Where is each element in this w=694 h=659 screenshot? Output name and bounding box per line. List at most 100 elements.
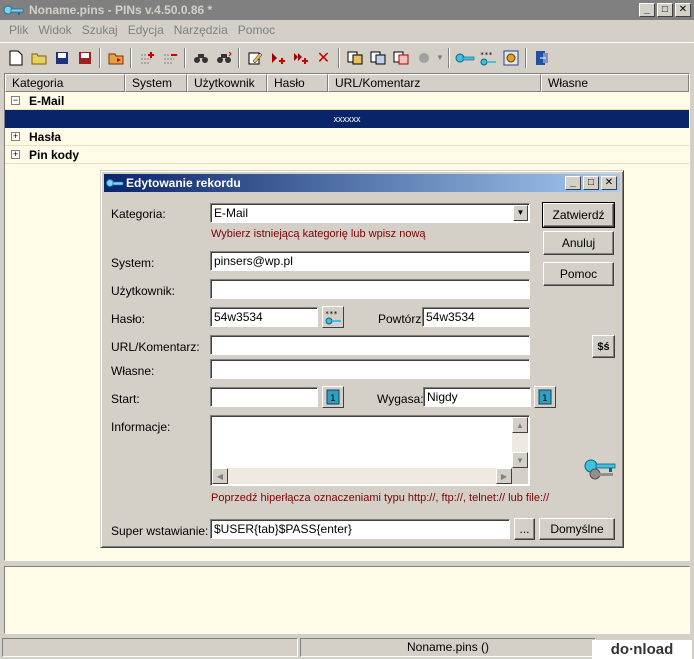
dialog-minimize-button[interactable]: _ — [565, 176, 581, 190]
url-label: URL/Komentarz: — [111, 340, 200, 354]
category-row-pin-kody[interactable]: + Pin kody — [5, 146, 689, 164]
dialog-title: Edytowanie rekordu — [126, 176, 241, 190]
collapse-icon[interactable]: − — [11, 96, 20, 105]
category-row-hasla[interactable]: + Hasła — [5, 128, 689, 146]
close-button[interactable]: ✕ — [675, 3, 691, 17]
find-next-icon[interactable] — [212, 47, 235, 69]
svg-text:***: *** — [325, 310, 338, 318]
wlasne-input[interactable] — [210, 359, 530, 379]
exit-icon[interactable] — [530, 47, 553, 69]
toolbar-separator — [130, 47, 132, 68]
svg-text:1: 1 — [542, 394, 548, 404]
informacje-label: Informacje: — [111, 420, 171, 434]
find-icon[interactable] — [189, 47, 212, 69]
toolbar-separator — [184, 47, 186, 68]
super-wstawianie-input[interactable]: $USER{tab}$PASS{enter} — [210, 519, 510, 539]
column-header-system[interactable]: System — [125, 74, 187, 92]
keys-icon — [583, 455, 617, 486]
cancel-button[interactable]: Anuluj — [543, 231, 614, 255]
vertical-scrollbar[interactable]: ▲ ▼ — [512, 417, 528, 468]
add-record-icon[interactable] — [266, 47, 289, 69]
scrollbar-corner — [512, 468, 528, 484]
currency-button[interactable]: $ś — [592, 335, 615, 358]
super-wstawianie-browse-button[interactable]: ... — [514, 518, 535, 540]
export-icon[interactable] — [104, 47, 127, 69]
category-row-email[interactable]: − E-Mail — [5, 92, 689, 110]
menu-widok[interactable]: Widok — [33, 23, 76, 37]
menu-bar: Plik Widok Szukaj Edycja Narzędzia Pomoc — [0, 20, 694, 40]
horizontal-scrollbar[interactable]: ◀ ▶ — [212, 468, 512, 484]
scroll-down-icon[interactable]: ▼ — [512, 452, 528, 468]
expand-icon[interactable]: + — [11, 150, 20, 159]
default-button[interactable]: Domyślne — [539, 518, 615, 540]
column-header-uzytkownik[interactable]: Użytkownik — [187, 74, 267, 92]
menu-narzedzia[interactable]: Narzędzia — [169, 23, 233, 37]
selected-record-row[interactable]: xxxxxx — [5, 110, 689, 128]
category-label: Pin kody — [29, 147, 80, 162]
edit-icon[interactable] — [243, 47, 266, 69]
save-as-icon[interactable] — [73, 47, 96, 69]
help-button[interactable]: Pomoc — [543, 262, 614, 286]
toolbar-separator — [99, 47, 101, 68]
uzytkownik-input[interactable] — [210, 279, 530, 299]
dialog-titlebar[interactable]: Edytowanie rekordu _ □ ✕ — [104, 174, 620, 192]
copy-url-icon[interactable] — [389, 47, 412, 69]
copy-user-icon[interactable] — [343, 47, 366, 69]
copy-password-icon[interactable] — [366, 47, 389, 69]
delete-record-icon[interactable]: ✕ — [312, 47, 335, 69]
remove-category-icon[interactable] — [158, 47, 181, 69]
super-wstawianie-label: Super wstawianie: — [111, 524, 209, 538]
expand-icon[interactable]: + — [11, 132, 20, 141]
powtorz-input[interactable]: 54w3534 — [422, 307, 530, 327]
system-input[interactable]: pinsers@wp.pl — [210, 251, 530, 271]
column-header-url[interactable]: URL/Komentarz — [328, 74, 541, 92]
open-folder-icon[interactable] — [27, 47, 50, 69]
menu-edycja[interactable]: Edycja — [123, 23, 169, 37]
status-cell-empty — [2, 638, 298, 657]
generate-password-button[interactable]: *** — [322, 306, 344, 328]
dropdown-arrow-icon[interactable]: ▼ — [435, 47, 445, 69]
column-header-wlasne[interactable]: Własne — [541, 74, 689, 92]
confirm-button[interactable]: Zatwierdź — [542, 202, 615, 228]
dialog-maximize-button[interactable]: □ — [583, 176, 599, 190]
toolbar-separator — [238, 47, 240, 68]
column-header-haslo[interactable]: Hasło — [267, 74, 328, 92]
add-multiple-records-icon[interactable] — [289, 47, 312, 69]
menu-pomoc[interactable]: Pomoc — [233, 23, 280, 37]
chevron-down-icon[interactable]: ▼ — [513, 205, 528, 221]
menu-szukaj[interactable]: Szukaj — [77, 23, 123, 37]
password-generator-icon[interactable]: *** — [476, 47, 499, 69]
window-title: Noname.pins - PINs v.4.50.0.86 * — [29, 3, 213, 17]
details-panel[interactable] — [4, 566, 690, 634]
status-file: Noname.pins () — [300, 638, 596, 657]
start-input[interactable] — [210, 387, 318, 407]
toolbar-separator — [525, 47, 527, 68]
settings-icon[interactable] — [499, 47, 522, 69]
column-header-kategoria[interactable]: Kategoria — [5, 74, 125, 92]
haslo-input[interactable]: 54w3534 — [210, 307, 318, 327]
informacje-textarea[interactable]: ▲ ▼ ◀ ▶ — [210, 415, 530, 486]
new-file-icon[interactable] — [4, 47, 27, 69]
kategoria-combobox[interactable]: E-Mail ▼ — [210, 203, 530, 223]
kategoria-label: Kategoria: — [111, 207, 166, 221]
menu-plik[interactable]: Plik — [4, 23, 33, 37]
save-icon[interactable] — [50, 47, 73, 69]
scroll-left-icon[interactable]: ◀ — [212, 468, 228, 484]
scroll-right-icon[interactable]: ▶ — [496, 468, 512, 484]
wygasa-input[interactable]: Nigdy — [423, 387, 531, 407]
key-icon[interactable] — [453, 47, 476, 69]
record-icon[interactable] — [412, 47, 435, 69]
minimize-button[interactable]: _ — [639, 3, 655, 17]
wlasne-label: Własne: — [111, 364, 155, 378]
scroll-up-icon[interactable]: ▲ — [512, 417, 528, 433]
dialog-close-button[interactable]: ✕ — [601, 176, 617, 190]
key-icon — [106, 177, 124, 189]
add-category-icon[interactable] — [135, 47, 158, 69]
start-calendar-button[interactable]: 1 — [322, 386, 344, 408]
maximize-button[interactable]: □ — [657, 3, 673, 17]
svg-text:1: 1 — [330, 394, 336, 404]
main-titlebar[interactable]: Noname.pins - PINs v.4.50.0.86 * _ □ ✕ — [0, 0, 694, 20]
toolbar-separator — [338, 47, 340, 68]
wygasa-calendar-button[interactable]: 1 — [534, 386, 556, 408]
url-input[interactable] — [210, 335, 530, 355]
